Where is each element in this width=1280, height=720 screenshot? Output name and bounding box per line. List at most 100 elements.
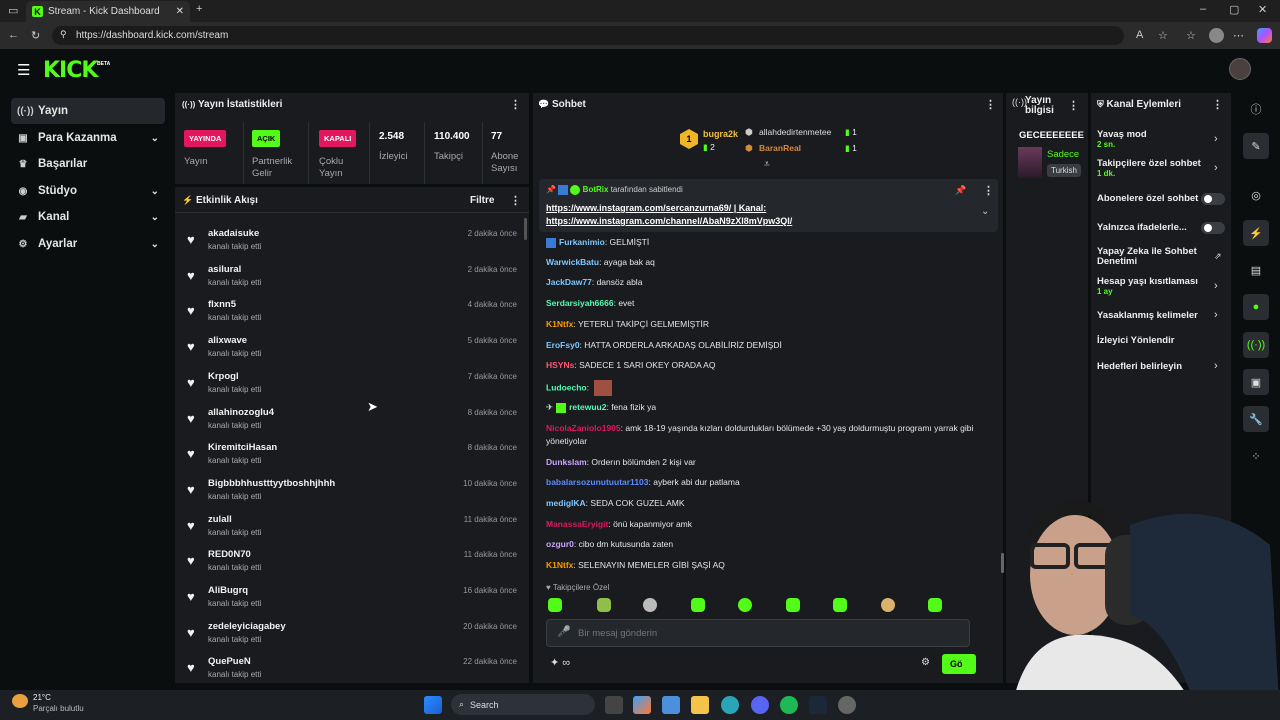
feed-username[interactable]: flxnn5 (208, 299, 236, 310)
camera-icon[interactable]: ◎ (1243, 182, 1269, 208)
discord-icon[interactable] (751, 696, 769, 714)
close-window-icon[interactable]: ✕ (1258, 3, 1267, 16)
emote-6-icon[interactable] (786, 598, 800, 612)
feed-username[interactable]: asilural (208, 264, 241, 275)
sidebar-item-ayarlar[interactable]: ⚙ Ayarlar ⌄ (11, 231, 165, 257)
stats-menu-icon[interactable]: ⋮ (510, 98, 521, 111)
kick-logo[interactable]: KICK (43, 58, 98, 83)
chat-username[interactable]: Serdarsiyah6666 (546, 298, 614, 308)
ai-moderation-setting[interactable]: Yapay Zeka ile Sohbet Denetimi (1097, 247, 1205, 267)
chat-username[interactable]: WarwickBatu (546, 257, 599, 267)
feed-username[interactable]: akadaisuke (208, 228, 259, 239)
back-icon[interactable]: ← (8, 29, 19, 41)
chevron-right-icon[interactable]: › (1214, 280, 1218, 292)
sidebar-item-studyo[interactable]: ◉ Stüdyo ⌄ (11, 178, 165, 204)
chevron-right-icon[interactable]: › (1214, 309, 1218, 321)
file-explorer-icon[interactable] (691, 696, 709, 714)
maximize-icon[interactable]: ▢ (1229, 3, 1239, 16)
chat-username[interactable]: retewuu2 (569, 402, 606, 412)
broadcast-icon[interactable]: ((·)) (1243, 332, 1269, 358)
external-link-icon[interactable]: ⇗ (1214, 251, 1222, 262)
layout-icon[interactable]: ▣ (1243, 369, 1269, 395)
copilot-icon[interactable] (1257, 28, 1272, 43)
feed-username[interactable]: KiremitciHasan (208, 442, 277, 453)
chat-username[interactable]: ManassaEryigit (546, 519, 608, 529)
emote-4-icon[interactable] (691, 598, 705, 612)
edit-icon[interactable]: ✎ (1243, 133, 1269, 159)
store-icon[interactable] (662, 696, 680, 714)
emote-3-icon[interactable] (643, 598, 657, 612)
wrench-icon[interactable]: 🔧 (1243, 406, 1269, 432)
spotify-icon[interactable] (780, 696, 798, 714)
chat-username[interactable]: Dunkslam (546, 457, 587, 467)
account-age-setting[interactable]: Hesap yaşı kısıtlaması 1 ay (1097, 276, 1198, 296)
copilot-taskbar-icon[interactable] (633, 696, 651, 714)
feed-filter-button[interactable]: Filtre (470, 195, 494, 206)
chat-menu-icon[interactable]: ⋮ (985, 98, 996, 111)
emote-2-icon[interactable] (597, 598, 611, 612)
emote-7-icon[interactable] (833, 598, 847, 612)
task-view-icon[interactable] (605, 696, 623, 714)
followers-only-chat-setting[interactable]: Takipçilere özel sohbet 1 dk. (1097, 158, 1207, 178)
chat-message-input[interactable] (578, 624, 958, 642)
windows-start-icon[interactable] (424, 696, 442, 714)
chat-username[interactable]: medigIKA (546, 498, 586, 508)
url-input[interactable]: ⚲ https://dashboard.kick.com/stream (52, 26, 1124, 45)
feed-username[interactable]: zulall (208, 514, 232, 525)
hamburger-menu-icon[interactable]: ☰ (17, 61, 30, 79)
sidebar-item-yayin[interactable]: ((·)) Yayın (11, 98, 165, 124)
chat-username[interactable]: babalarsozunutuutar1103 (546, 477, 649, 487)
emote-1-icon[interactable] (548, 598, 562, 612)
chat-username[interactable]: K1Ntfx (546, 319, 573, 329)
slow-mode-setting[interactable]: Yavaş mod 2 sn. (1097, 129, 1147, 149)
pinned-link-1[interactable]: https://www.instagram.com/sercanzurna69/… (546, 203, 766, 213)
feed-item[interactable]: ♥ zulall kanalı takip etti 11 dakika önce (183, 509, 523, 543)
sidebar-item-para-kazanma[interactable]: ▣ Para Kazanma ⌄ (11, 125, 165, 151)
chevron-right-icon[interactable]: › (1214, 162, 1218, 174)
feed-username[interactable]: allahinozoglu4 (208, 407, 274, 418)
chat-username[interactable]: Furkanimio (559, 237, 605, 247)
user-avatar[interactable] (1229, 58, 1251, 80)
taskbar-search[interactable]: ⌕ Search (451, 694, 595, 715)
chat-username[interactable]: JackDaw77 (546, 277, 592, 287)
edge-icon[interactable] (721, 696, 739, 714)
feed-item[interactable]: ♥ allahinozoglu4 kanalı takip etti 8 dakika… (183, 402, 523, 436)
obs-icon[interactable] (838, 696, 856, 714)
feed-item[interactable]: ♥ zedeleyiciagabey kanalı takip etti 20 dak… (183, 616, 523, 650)
chat-username[interactable]: EroFsy0 (546, 340, 580, 350)
emoji-picker-icon[interactable]: ✦ ∞ (550, 656, 570, 669)
feed-item[interactable]: ♥ Bigbbbhhustttyytboshhjhhh kanalı takip e… (183, 473, 523, 507)
chat-username[interactable]: Ludoecho (546, 382, 587, 392)
sidebar-item-kanal[interactable]: ▰ Kanal ⌄ (11, 204, 165, 230)
unpin-icon[interactable]: 📌 (955, 185, 966, 196)
feed-username[interactable]: zedeleyiciagabey (208, 621, 286, 632)
chevron-down-icon[interactable]: ⌄ (981, 206, 989, 217)
chat-username[interactable]: K1Ntfx (546, 560, 573, 570)
profile-avatar[interactable] (1209, 28, 1224, 43)
feed-username[interactable]: AliBugrq (208, 585, 248, 596)
feed-item[interactable]: ♥ Krpogl kanalı takip etti 7 dakika önce (183, 366, 523, 400)
host-viewers-setting[interactable]: İzleyici Yönlendir (1097, 335, 1174, 346)
pinned-link-2[interactable]: https://www.instagram.com/channel/AbaN9z… (546, 216, 792, 226)
chat-username[interactable]: ozgur0 (546, 539, 574, 549)
chat-username[interactable]: HSYNs (546, 360, 574, 370)
window-menu-icon[interactable]: ▭ (8, 4, 18, 17)
feed-username[interactable]: Bigbbbhhustttyytboshhjhhh (208, 478, 335, 489)
set-goals-setting[interactable]: Hedefleri belirleyin (1097, 361, 1182, 372)
favorite-star-icon[interactable]: ☆ (1158, 29, 1168, 42)
emote-9-icon[interactable] (928, 598, 942, 612)
channel-actions-menu-icon[interactable]: ⋮ (1212, 98, 1223, 111)
banned-words-setting[interactable]: Yasaklanmış kelimeler (1097, 310, 1198, 321)
emotes-only-toggle[interactable] (1201, 222, 1225, 234)
more-menu-icon[interactable]: ⋯ (1233, 29, 1244, 42)
feed-item[interactable]: ♥ asilural kanalı takip etti 2 dakika önce (183, 259, 523, 293)
microphone-icon[interactable]: 🎤 (557, 625, 571, 638)
favorites-icon[interactable]: ☆ (1186, 29, 1196, 42)
site-info-icon[interactable]: ⚲ (60, 29, 67, 40)
steam-icon[interactable] (809, 696, 827, 714)
chat-bubble-icon[interactable]: ● (1243, 294, 1269, 320)
feed-item[interactable]: ♥ RED0N70 kanalı takip etti 11 dakika önce (183, 544, 523, 578)
feed-item[interactable]: ♥ QuePueN kanalı takip etti 22 dakika önce (183, 651, 523, 685)
collapse-leaderboard-icon[interactable]: ⩡ (764, 159, 770, 170)
feed-item[interactable]: ♥ alixwave kanalı takip etti 5 dakika önce (183, 330, 523, 364)
